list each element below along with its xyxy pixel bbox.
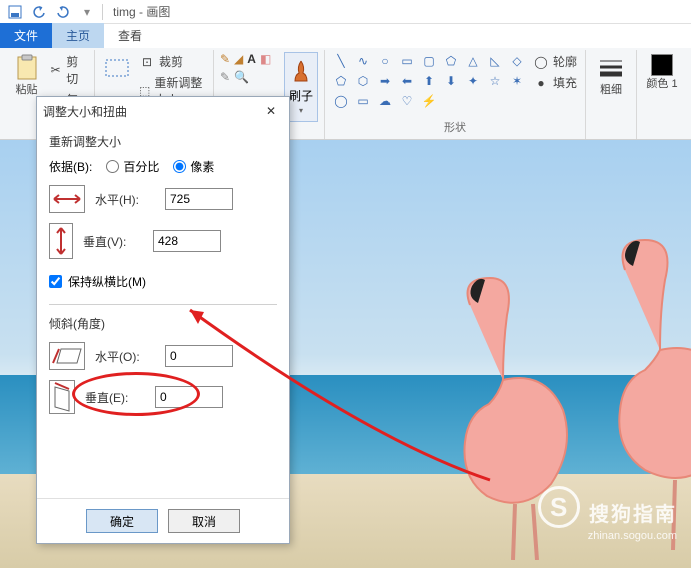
- shape-polygon[interactable]: ⬠: [441, 52, 461, 70]
- shape-6star[interactable]: ✶: [507, 72, 527, 90]
- cancel-button[interactable]: 取消: [168, 509, 240, 533]
- shape-roundrect[interactable]: ▢: [419, 52, 439, 70]
- color1-swatch: [651, 54, 673, 76]
- skew-section-label: 倾斜(角度): [49, 315, 277, 332]
- fillshape-icon: ●: [533, 75, 549, 91]
- shape-heart[interactable]: ♡: [397, 92, 417, 110]
- skew-h-icon: [49, 342, 85, 370]
- eraser-icon[interactable]: ◧: [260, 52, 271, 66]
- vertical-input[interactable]: [153, 230, 221, 252]
- horizontal-label: 水平(H):: [95, 191, 155, 208]
- radio-pixels[interactable]: 像素: [173, 158, 214, 175]
- group-thickness: 粗细: [586, 50, 637, 139]
- group-shapes: ╲ ∿ ○ ▭ ▢ ⬠ △ ◺ ◇ ⬠ ⬡ ➡ ⬅ ⬆ ⬇ ✦ ☆ ✶ ◯ ▭: [325, 50, 586, 139]
- ok-button[interactable]: 确定: [86, 509, 158, 533]
- quick-access-toolbar: ▾: [4, 2, 98, 22]
- horizontal-input[interactable]: [165, 188, 233, 210]
- skew-v-icon: [49, 380, 75, 414]
- shape-5star[interactable]: ☆: [485, 72, 505, 90]
- skew-h-input[interactable]: [165, 345, 233, 367]
- shape-line[interactable]: ╲: [331, 52, 351, 70]
- brush-icon: [291, 59, 311, 85]
- shape-rtriangle[interactable]: ◺: [485, 52, 505, 70]
- picker-icon[interactable]: ✎: [220, 70, 230, 84]
- shape-triangle[interactable]: △: [463, 52, 483, 70]
- dialog-titlebar: 调整大小和扭曲 ✕: [37, 97, 289, 125]
- tab-file[interactable]: 文件: [0, 23, 52, 48]
- shape-hexagon[interactable]: ⬡: [353, 72, 373, 90]
- close-button[interactable]: ✕: [259, 101, 283, 121]
- vertical-label: 垂直(V):: [83, 233, 143, 250]
- resize-dialog: 调整大小和扭曲 ✕ 重新调整大小 依据(B): 百分比 像素 水平(H): 垂直…: [36, 96, 290, 544]
- ribbon-tabs: 文件 主页 查看: [0, 24, 691, 48]
- dialog-title: 调整大小和扭曲: [43, 103, 127, 120]
- shape-rarrow[interactable]: ➡: [375, 72, 395, 90]
- save-icon[interactable]: [4, 2, 26, 22]
- cut-button[interactable]: ✂剪切: [47, 52, 88, 88]
- shape-darrow[interactable]: ⬇: [441, 72, 461, 90]
- crop-button[interactable]: ⊡裁剪: [137, 52, 207, 71]
- shapes-label: 形状: [331, 117, 579, 137]
- maintain-ratio-label: 保持纵横比(M): [68, 273, 146, 290]
- clipboard-icon: [13, 54, 41, 82]
- shape-lightning[interactable]: ⚡: [419, 92, 439, 110]
- shape-callout-round[interactable]: ◯: [331, 92, 351, 110]
- zoom-icon[interactable]: 🔍: [234, 70, 249, 84]
- shape-larrow[interactable]: ⬅: [397, 72, 417, 90]
- crop-icon: ⊡: [139, 54, 155, 70]
- redo-icon[interactable]: [52, 2, 74, 22]
- select-icon: [103, 54, 131, 82]
- undo-icon[interactable]: [28, 2, 50, 22]
- by-label: 依据(B):: [49, 158, 92, 175]
- skew-v-input[interactable]: [155, 386, 223, 408]
- resize-section-label: 重新调整大小: [49, 133, 277, 150]
- outline-icon: ◯: [533, 54, 549, 70]
- shape-oval[interactable]: ○: [375, 52, 395, 70]
- close-icon: ✕: [266, 104, 276, 118]
- vertical-thumb-icon: [49, 223, 73, 259]
- shape-pentagon[interactable]: ⬠: [331, 72, 351, 90]
- radio-percent[interactable]: 百分比: [106, 158, 159, 175]
- color1-button[interactable]: 颜色 1: [643, 52, 681, 92]
- outline-button[interactable]: ◯轮廓: [531, 52, 579, 71]
- shape-callout-cloud[interactable]: ☁: [375, 92, 395, 110]
- scissors-icon: ✂: [49, 62, 62, 78]
- maintain-ratio-checkbox[interactable]: [49, 275, 62, 288]
- shape-callout-rect[interactable]: ▭: [353, 92, 373, 110]
- shape-diamond[interactable]: ◇: [507, 52, 527, 70]
- text-icon[interactable]: A: [247, 52, 256, 66]
- tab-view[interactable]: 查看: [104, 23, 156, 48]
- shapes-gallery[interactable]: ╲ ∿ ○ ▭ ▢ ⬠ △ ◺ ◇ ⬠ ⬡ ➡ ⬅ ⬆ ⬇ ✦ ☆ ✶ ◯ ▭: [331, 52, 527, 110]
- horizontal-thumb-icon: [49, 185, 85, 213]
- shape-rect[interactable]: ▭: [397, 52, 417, 70]
- shape-4star[interactable]: ✦: [463, 72, 483, 90]
- shape-curve[interactable]: ∿: [353, 52, 373, 70]
- qat-dropdown-icon[interactable]: ▾: [76, 2, 98, 22]
- group-colors: 颜色 1: [637, 50, 687, 139]
- paste-button[interactable]: 粘贴: [10, 52, 43, 98]
- skew-h-label: 水平(O):: [95, 348, 155, 365]
- thickness-button[interactable]: 粗细: [592, 52, 630, 98]
- pencil-icon[interactable]: ✎: [220, 52, 230, 66]
- window-title: timg - 画图: [113, 3, 170, 20]
- fill-button[interactable]: ●填充: [531, 73, 579, 92]
- thickness-icon: [597, 54, 625, 82]
- title-bar: ▾ timg - 画图: [0, 0, 691, 24]
- shape-uarrow[interactable]: ⬆: [419, 72, 439, 90]
- select-button[interactable]: [101, 52, 133, 86]
- tab-home[interactable]: 主页: [52, 23, 104, 48]
- skew-v-label: 垂直(E):: [85, 389, 145, 406]
- fill-icon[interactable]: ◢: [234, 52, 243, 66]
